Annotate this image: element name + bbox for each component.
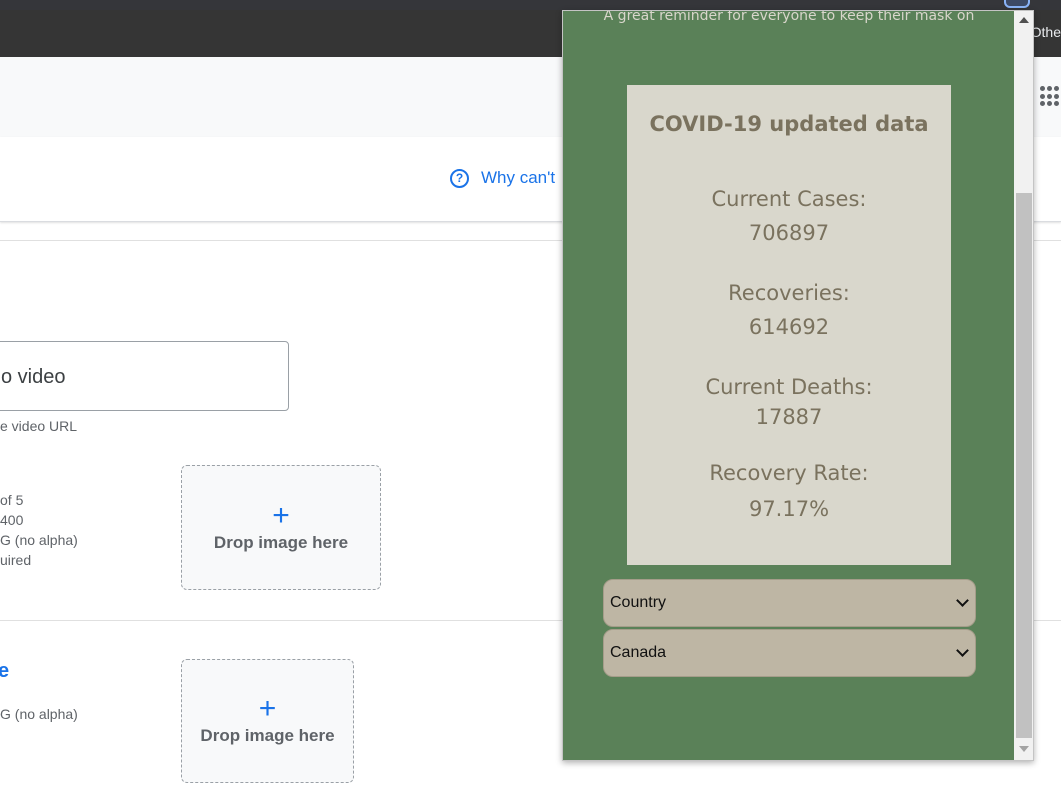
chevron-down-icon xyxy=(956,644,969,657)
stat-label-recovery-rate: Recovery Rate: xyxy=(709,461,869,485)
covid-data-card: COVID-19 updated data Current Cases: 706… xyxy=(627,85,951,565)
tile-requirements: G (no alpha) xyxy=(0,704,78,724)
tile-dropzone[interactable]: + Drop image here xyxy=(181,659,354,783)
requirement-line: G (no alpha) xyxy=(0,532,78,548)
stat-value-cases: 706897 xyxy=(748,221,830,245)
card-title: COVID-19 updated data xyxy=(649,112,929,136)
video-url-helper: e video URL xyxy=(0,418,78,434)
country-select[interactable]: Country xyxy=(603,579,976,627)
stat-label-cases: Current Cases: xyxy=(711,187,867,211)
plus-icon: + xyxy=(258,692,277,725)
screenshot-dropzone[interactable]: + Drop image here xyxy=(181,465,381,590)
covid-extension-popup: A great reminder for everyone to keep th… xyxy=(562,10,1034,761)
apps-grid-icon[interactable] xyxy=(1040,86,1061,107)
requirement-line: uired xyxy=(0,552,32,568)
section-title: e xyxy=(0,660,10,682)
scroll-up-icon[interactable] xyxy=(1019,17,1029,23)
requirement-line: 400 xyxy=(0,512,24,528)
requirement-line: of 5 xyxy=(0,492,24,508)
stat-value-recovery-rate: 97.17% xyxy=(748,497,830,521)
stat-value-deaths: 17887 xyxy=(755,405,823,429)
scroll-down-icon[interactable] xyxy=(1019,746,1029,752)
region-select[interactable]: Canada xyxy=(603,629,976,677)
plus-icon: + xyxy=(272,498,290,532)
promo-video-input[interactable]: o video xyxy=(0,341,289,411)
screenshot-requirements: of 5 400 G (no alpha) uired xyxy=(0,490,78,570)
popup-scrollbar[interactable] xyxy=(1014,11,1033,760)
stat-value-recoveries: 614692 xyxy=(748,315,830,339)
region-select-value: Canada xyxy=(610,644,667,661)
chevron-down-icon xyxy=(956,594,969,607)
requirement-line: G (no alpha) xyxy=(0,706,78,722)
help-link[interactable]: ? Why can't xyxy=(450,168,555,188)
stat-label-recoveries: Recoveries: xyxy=(728,281,850,305)
browser-tabstrip xyxy=(0,0,1061,10)
country-select-value: Country xyxy=(610,594,667,611)
stat-label-deaths: Current Deaths: xyxy=(705,375,873,399)
bookmark-other-folder[interactable]: Othe xyxy=(1031,24,1061,40)
extension-icon[interactable] xyxy=(1004,0,1030,8)
dropzone-label: Drop image here xyxy=(200,726,335,745)
scrollbar-thumb[interactable] xyxy=(1016,193,1032,738)
help-link-label: Why can't xyxy=(481,168,556,187)
help-icon: ? xyxy=(450,168,469,188)
popup-tagline: A great reminder for everyone to keep th… xyxy=(603,10,975,24)
dropzone-label: Drop image here xyxy=(213,532,349,552)
